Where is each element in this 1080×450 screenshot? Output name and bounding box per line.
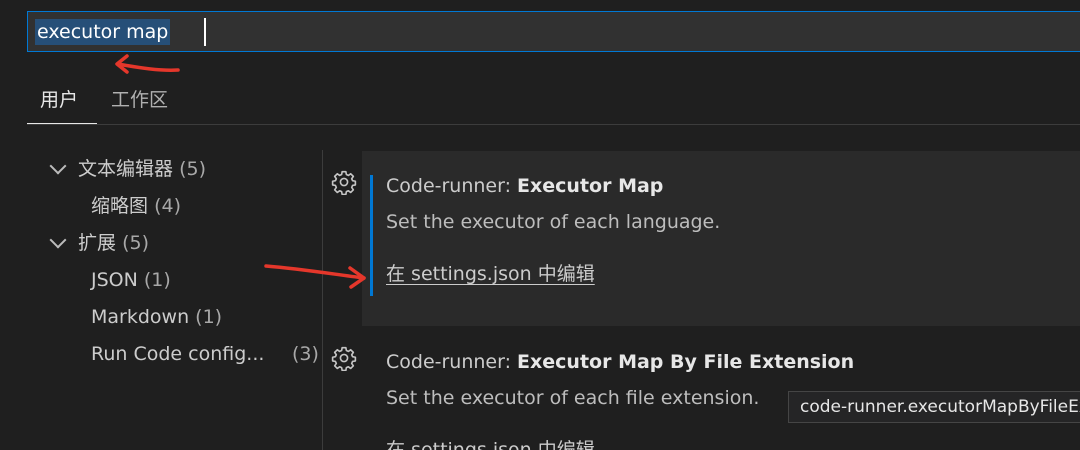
- toc-item-text-editor[interactable]: 文本编辑器 (5): [78, 155, 206, 183]
- toc-label: 缩略图: [91, 195, 149, 217]
- toc-label: JSON: [91, 269, 138, 291]
- toc-label: Run Code config...: [91, 343, 265, 365]
- tabs-divider: [27, 124, 1080, 125]
- tab-user[interactable]: 用户: [40, 84, 78, 116]
- setting-title: Code-runner: Executor Map By File Extens…: [386, 347, 854, 377]
- toc-count: (4): [154, 195, 181, 217]
- setting-category: Code-runner:: [386, 175, 518, 197]
- toc-count: (5): [179, 158, 206, 180]
- toc-item-json[interactable]: JSON (1): [91, 266, 171, 294]
- setting-description: Set the executor of each file extension.: [386, 387, 760, 409]
- tab-workspace[interactable]: 工作区: [111, 84, 168, 116]
- toc-item-run-code-config[interactable]: Run Code config...: [91, 340, 319, 368]
- toc-label: Markdown: [91, 306, 190, 328]
- settings-scope-tabs: 用户 工作区: [27, 84, 1080, 126]
- setting-description: Set the executor of each language.: [386, 211, 721, 233]
- toc-count: (1): [195, 306, 223, 328]
- settings-editor: executor map 用户 工作区 文本编辑器 (5) 缩略图 (4) 扩展…: [0, 0, 1080, 450]
- search-query-text: executor map: [35, 19, 171, 45]
- toc-count: (5): [122, 232, 149, 254]
- toc-count: (3): [292, 343, 319, 365]
- edit-in-settings-json-link[interactable]: 在 settings.json 中编辑: [386, 260, 595, 288]
- chevron-down-icon[interactable]: [49, 231, 67, 249]
- edit-in-settings-json-link[interactable]: 在 settings.json 中编辑: [386, 436, 595, 450]
- toc-item-extensions[interactable]: 扩展 (5): [78, 229, 149, 257]
- annotation-arrow-icon: [115, 54, 180, 74]
- annotation-arrow-icon: [264, 264, 366, 289]
- toc-item-markdown[interactable]: Markdown (1): [91, 303, 222, 331]
- toc-count: (1): [143, 269, 171, 291]
- setting-title: Code-runner: Executor Map: [386, 171, 663, 201]
- chevron-down-icon[interactable]: [49, 157, 67, 175]
- gear-icon[interactable]: [331, 169, 357, 195]
- toc-item-minimap[interactable]: 缩略图 (4): [91, 192, 181, 220]
- setting-id-tooltip: code-runner.executorMapByFileExtension: [788, 391, 1080, 423]
- setting-category: Code-runner:: [386, 351, 518, 373]
- search-settings-input[interactable]: executor map: [27, 11, 1080, 52]
- toc-label: 文本编辑器: [78, 158, 174, 180]
- toc-label: 扩展: [78, 232, 117, 254]
- gear-icon[interactable]: [331, 345, 357, 371]
- toc-divider: [322, 150, 323, 450]
- setting-name: Executor Map: [517, 175, 664, 197]
- setting-name: Executor Map By File Extension: [517, 351, 855, 373]
- text-caret: [204, 18, 206, 46]
